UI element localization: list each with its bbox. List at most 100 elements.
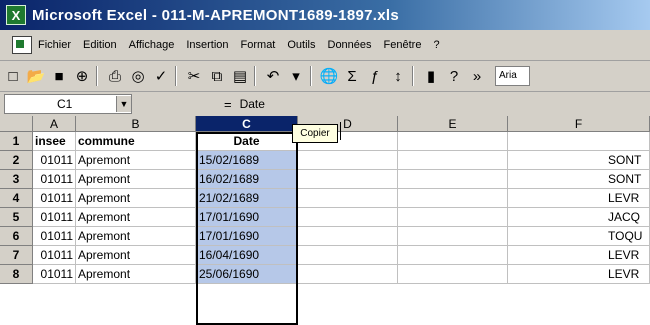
name-box-dropdown-icon[interactable]: ▼ (116, 96, 131, 112)
mouse-caret (340, 122, 341, 140)
cell-d3[interactable] (298, 170, 398, 189)
row-header-5[interactable]: 5 (0, 208, 33, 227)
cut-icon[interactable]: ✂ (184, 66, 204, 86)
cell-b6[interactable]: Apremont (76, 227, 196, 246)
help-icon[interactable]: ? (444, 66, 464, 86)
save-icon[interactable]: ■ (49, 66, 69, 86)
sort-icon[interactable]: ↕ (388, 66, 408, 86)
cell-d6[interactable] (298, 227, 398, 246)
menu-insertion[interactable]: Insertion (186, 39, 228, 51)
row-header-7[interactable]: 7 (0, 246, 33, 265)
hyperlink-icon[interactable]: 🌐 (319, 66, 339, 86)
cell-b3[interactable]: Apremont (76, 170, 196, 189)
formula-input[interactable]: Date (240, 97, 265, 111)
cell-d8[interactable] (298, 265, 398, 284)
column-header-c[interactable]: C (196, 116, 298, 132)
equals-sign: = (224, 96, 232, 112)
toolbar-separator (175, 66, 177, 86)
row-header-8[interactable]: 8 (0, 265, 33, 284)
row-header-3[interactable]: 3 (0, 170, 33, 189)
row-header-6[interactable]: 6 (0, 227, 33, 246)
cell-b8[interactable]: Apremont (76, 265, 196, 284)
menu-donnees[interactable]: Données (328, 39, 372, 51)
name-box[interactable]: C1 ▼ (4, 94, 132, 114)
menu-edition[interactable]: Edition (83, 39, 117, 51)
cell-f1[interactable] (508, 132, 650, 151)
cell-f4[interactable]: LEVR (508, 189, 650, 208)
cell-e1[interactable] (398, 132, 508, 151)
menu-help[interactable]: ? (433, 39, 439, 51)
cell-a2[interactable]: 01011 (33, 151, 76, 170)
select-all-corner[interactable] (0, 116, 33, 132)
cell-e2[interactable] (398, 151, 508, 170)
column-header-f[interactable]: F (508, 116, 650, 132)
chart-icon[interactable]: ▮ (421, 66, 441, 86)
spreadsheet-grid[interactable]: A B C D E F 1 insee commune Date 2 01011… (0, 116, 650, 325)
menu-fenetre[interactable]: Fenêtre (384, 39, 422, 51)
cell-c3[interactable]: 16/02/1689 (196, 170, 298, 189)
column-header-e[interactable]: E (398, 116, 508, 132)
cell-a7[interactable]: 01011 (33, 246, 76, 265)
document-icon[interactable] (12, 36, 32, 54)
cell-f7[interactable]: LEVR (508, 246, 650, 265)
column-header-a[interactable]: A (33, 116, 76, 132)
cell-e8[interactable] (398, 265, 508, 284)
cell-b2[interactable]: Apremont (76, 151, 196, 170)
cell-d4[interactable] (298, 189, 398, 208)
cell-c5[interactable]: 17/01/1690 (196, 208, 298, 227)
cell-a5[interactable]: 01011 (33, 208, 76, 227)
excel-icon[interactable]: X (6, 5, 26, 25)
row-header-2[interactable]: 2 (0, 151, 33, 170)
cell-b7[interactable]: Apremont (76, 246, 196, 265)
cell-a6[interactable]: 01011 (33, 227, 76, 246)
spelling-icon[interactable]: ✓ (151, 66, 171, 86)
cell-a4[interactable]: 01011 (33, 189, 76, 208)
cell-a8[interactable]: 01011 (33, 265, 76, 284)
cell-e3[interactable] (398, 170, 508, 189)
open-icon[interactable]: 📂 (26, 66, 46, 86)
new-icon[interactable]: □ (3, 66, 23, 86)
cell-c4[interactable]: 21/02/1689 (196, 189, 298, 208)
menu-outils[interactable]: Outils (287, 39, 315, 51)
cell-e7[interactable] (398, 246, 508, 265)
function-icon[interactable]: ƒ (365, 66, 385, 86)
cell-f8[interactable]: LEVR (508, 265, 650, 284)
font-name-field[interactable]: Aria (495, 66, 530, 86)
cell-e6[interactable] (398, 227, 508, 246)
cell-e4[interactable] (398, 189, 508, 208)
cell-d7[interactable] (298, 246, 398, 265)
cell-d2[interactable] (298, 151, 398, 170)
menu-fichier[interactable]: Fichier (38, 39, 71, 51)
cell-f2[interactable]: SONT (508, 151, 650, 170)
print-icon[interactable]: ⎙ (105, 66, 125, 86)
cell-a3[interactable]: 01011 (33, 170, 76, 189)
print-preview-icon[interactable]: ◎ (128, 66, 148, 86)
cell-c1[interactable]: Date (196, 132, 298, 151)
permission-icon[interactable]: ⊕ (72, 66, 92, 86)
cell-c7[interactable]: 16/04/1690 (196, 246, 298, 265)
cell-c8[interactable]: 25/06/1690 (196, 265, 298, 284)
cell-f3[interactable]: SONT (508, 170, 650, 189)
autosum-icon[interactable]: Σ (342, 66, 362, 86)
undo-icon[interactable]: ↶ (263, 66, 283, 86)
cell-b4[interactable]: Apremont (76, 189, 196, 208)
cell-f6[interactable]: TOQU (508, 227, 650, 246)
paste-icon[interactable]: ▤ (230, 66, 250, 86)
undo-dropdown-icon[interactable]: ▾ (286, 66, 306, 86)
copy-icon[interactable]: ⧉ (207, 66, 227, 86)
cell-c2[interactable]: 15/02/1689 (196, 151, 298, 170)
cell-b5[interactable]: Apremont (76, 208, 196, 227)
cell-b1[interactable]: commune (76, 132, 196, 151)
row-header-1[interactable]: 1 (0, 132, 33, 151)
menu-affichage[interactable]: Affichage (129, 39, 175, 51)
cell-e5[interactable] (398, 208, 508, 227)
cell-c6[interactable]: 17/01/1690 (196, 227, 298, 246)
row-header-4[interactable]: 4 (0, 189, 33, 208)
toolbar-separator (96, 66, 98, 86)
cell-a1[interactable]: insee (33, 132, 76, 151)
more-icon[interactable]: » (467, 66, 487, 86)
menu-format[interactable]: Format (241, 39, 276, 51)
cell-f5[interactable]: JACQ (508, 208, 650, 227)
cell-d5[interactable] (298, 208, 398, 227)
column-header-b[interactable]: B (76, 116, 196, 132)
